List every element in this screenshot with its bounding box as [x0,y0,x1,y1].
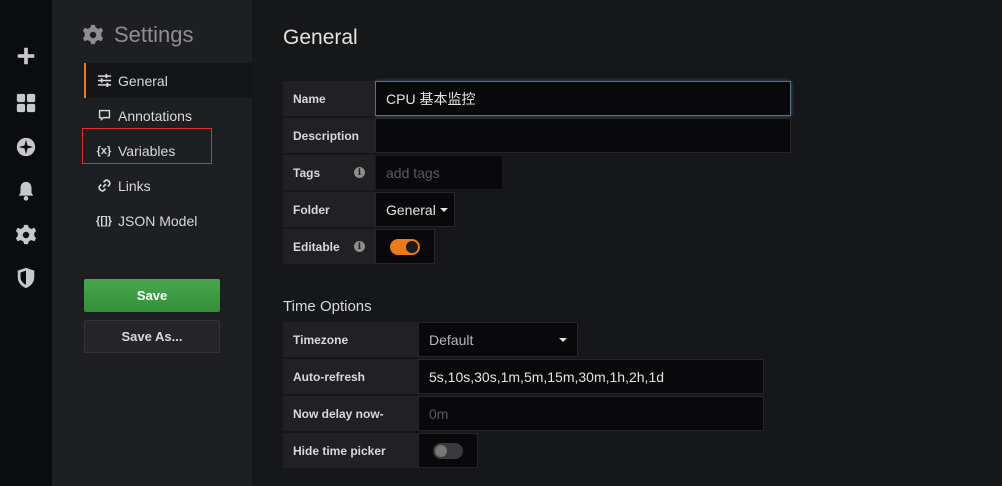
sidebar-item-label: Links [118,177,151,194]
sidebar-item-variables[interactable]: {x} Variables [84,133,252,168]
autorefresh-row: Auto-refresh 5s,10s,30s,1m,5m,15m,30m,1h… [283,359,764,394]
variables-icon: {x} [96,144,112,157]
sidebar-item-label: JSON Model [118,212,198,229]
side-menu-rail [0,0,52,486]
timezone-select[interactable]: Default [418,322,578,357]
timezone-label: Timezone [283,322,418,357]
alerting-bell-icon[interactable] [12,177,40,205]
comment-icon [96,108,112,124]
sidebar-item-general[interactable]: General [84,63,252,98]
sidebar-item-label: General [118,72,168,89]
nowdelay-row: Now delay now- 0m [283,396,764,431]
sidebar-item-label: Variables [118,142,176,159]
settings-sidebar: Settings General Annotations {x} Variabl… [52,0,252,486]
autorefresh-input[interactable]: 5s,10s,30s,1m,5m,15m,30m,1h,2h,1d [418,359,764,394]
sidebar-item-links[interactable]: Links [84,168,252,203]
plus-icon[interactable] [12,42,40,70]
configuration-gear-icon[interactable] [12,221,40,249]
hidepicker-switch-cell [418,433,478,468]
sidebar-item-label: Annotations [118,107,192,124]
name-label: Name [283,81,375,116]
sidebar-item-annotations[interactable]: Annotations [84,98,252,133]
editable-toggle[interactable] [390,238,420,255]
sliders-icon [96,73,112,89]
info-icon[interactable]: i [354,167,365,178]
tags-row: Tags i add tags [283,155,503,190]
toggle-knob [435,444,447,457]
timezone-row: Timezone Default [283,322,578,357]
tags-label-cell: Tags i [283,155,375,190]
nowdelay-input[interactable]: 0m [418,396,764,431]
tags-placeholder: add tags [386,164,440,181]
name-value: CPU 基本监控 [386,90,476,107]
folder-select[interactable]: General [375,192,455,227]
settings-main: General Name CPU 基本监控 Description Tags i… [252,0,1002,486]
hidepicker-toggle[interactable] [433,442,463,459]
editable-label-cell: Editable i [283,229,375,264]
description-row: Description [283,118,791,153]
general-heading: General [283,26,358,49]
link-icon [96,178,112,194]
time-options-heading: Time Options [283,298,372,315]
description-field[interactable] [375,118,791,153]
editable-label: Editable [293,239,340,254]
hidepicker-label: Hide time picker [283,433,418,468]
settings-title-text: Settings [114,22,194,47]
folder-value: General [386,201,436,218]
timezone-value: Default [429,331,474,348]
folder-label: Folder [283,192,375,227]
nowdelay-label: Now delay now- [283,396,418,431]
json-brackets-icon: {[]} [96,214,112,227]
toggle-knob [406,240,418,253]
caret-down-icon [439,207,448,212]
name-row: Name CPU 基本监控 [283,81,791,116]
explore-compass-icon[interactable] [12,133,40,161]
sidebar-item-json-model[interactable]: {[]} JSON Model [84,203,252,238]
caret-down-icon [559,338,567,342]
autorefresh-label: Auto-refresh [283,359,418,394]
description-label: Description [283,118,375,153]
save-as-button[interactable]: Save As... [84,320,220,353]
server-admin-shield-icon[interactable] [12,264,40,292]
folder-row: Folder General [283,192,455,227]
info-icon[interactable]: i [354,241,365,252]
name-field[interactable]: CPU 基本监控 [375,81,791,116]
save-button[interactable]: Save [84,279,220,312]
autorefresh-value: 5s,10s,30s,1m,5m,15m,30m,1h,2h,1d [429,368,665,385]
tags-input[interactable]: add tags [375,155,503,190]
nowdelay-placeholder: 0m [429,405,449,422]
editable-row: Editable i [283,229,435,264]
settings-title: Settings [82,22,194,48]
hidepicker-row: Hide time picker [283,433,478,468]
tags-label: Tags [293,165,321,180]
gear-icon [82,24,104,45]
editable-switch-cell [375,229,435,264]
dashboards-icon[interactable] [12,89,40,117]
